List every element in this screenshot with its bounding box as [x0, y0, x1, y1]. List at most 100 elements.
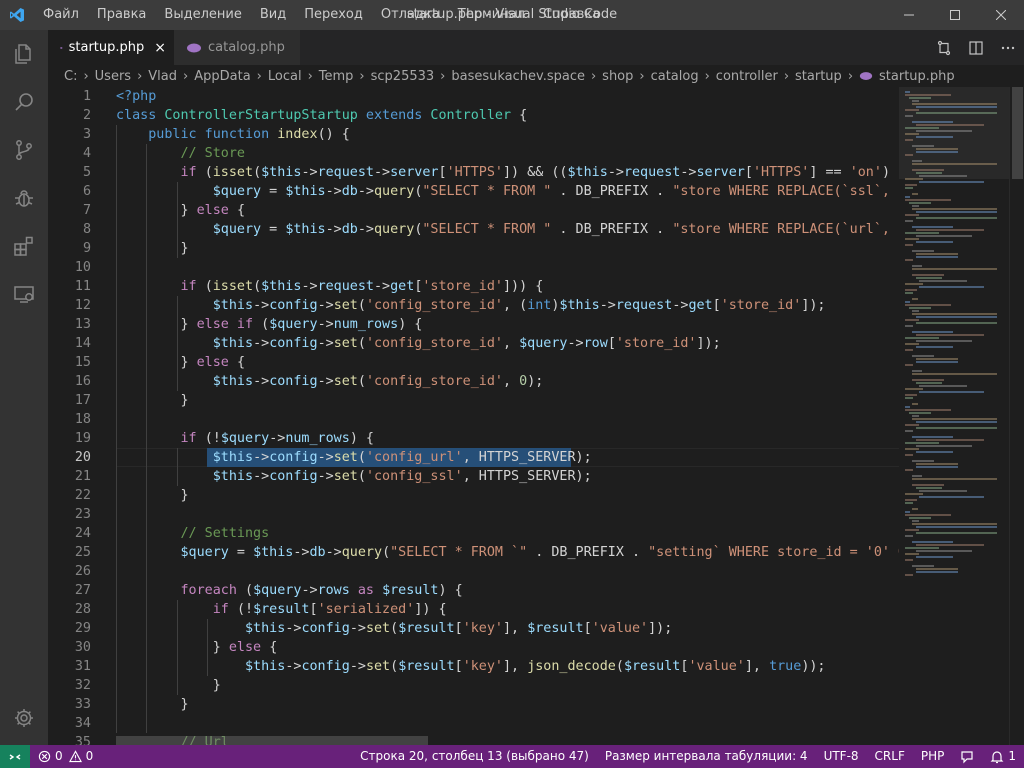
tab-catalog-php[interactable]: catalog.php — [174, 30, 300, 65]
minimap-line — [912, 100, 920, 102]
breadcrumb-separator-icon: › — [83, 68, 89, 84]
split-editor-button[interactable] — [960, 30, 992, 65]
search-button[interactable] — [0, 78, 48, 126]
code-token: $query — [180, 545, 229, 560]
menu-go[interactable]: Переход — [295, 0, 372, 30]
minimap-line — [915, 532, 997, 534]
breadcrumb-item[interactable]: Local — [268, 69, 302, 84]
code-token: { — [236, 355, 245, 370]
menu-edit[interactable]: Правка — [88, 0, 155, 30]
tab-close-icon[interactable]: × — [154, 40, 166, 56]
code-token: $this — [559, 298, 600, 313]
breadcrumb-separator-icon: › — [639, 68, 645, 84]
menu-view[interactable]: Вид — [251, 0, 295, 30]
menu-help[interactable]: Справка — [534, 0, 609, 30]
line-number: 15 — [74, 355, 91, 370]
code-token: set — [365, 621, 391, 636]
breadcrumb-item[interactable]: AppData — [194, 69, 250, 84]
code-area[interactable]: <?php class ControllerStartupStartup exte… — [116, 87, 899, 745]
code-token: ]) && (( — [503, 165, 568, 180]
minimap-line — [915, 346, 953, 348]
minimap-line — [905, 292, 914, 294]
code-token: -> — [357, 222, 374, 237]
manage-button[interactable] — [0, 694, 48, 742]
breadcrumb-item[interactable]: C: — [64, 69, 77, 84]
code-editor[interactable]: 1 2 3 4 5 6 7 8 9 10 11 12 13 14 15 16 17 18 19 20 21 22 23 24 2… — [48, 87, 899, 745]
code-line: } — [116, 486, 188, 505]
minimap-line — [915, 277, 942, 279]
breadcrumb-item[interactable]: startup — [795, 69, 842, 84]
line-number: 30 — [74, 640, 91, 655]
minimap-line — [905, 289, 917, 291]
cursor-position[interactable]: Строка 20, столбец 13 (выбрано 47) — [352, 745, 597, 768]
minimap-line — [908, 517, 932, 519]
code-token: -> — [374, 279, 391, 294]
menu-debug[interactable]: Отладка — [372, 0, 449, 30]
breadcrumb-item[interactable]: controller — [716, 69, 778, 84]
code-line: $query = $this->db->query("SELECT * FROM… — [116, 543, 900, 562]
debug-button[interactable] — [0, 174, 48, 222]
more-actions-button[interactable] — [992, 30, 1024, 65]
end-of-line[interactable]: CRLF — [867, 745, 913, 768]
menu-terminal[interactable]: Терминал — [449, 0, 534, 30]
extensions-button[interactable] — [0, 222, 48, 270]
line-number: 31 — [74, 659, 91, 674]
minimap-line — [905, 319, 920, 321]
code-token: ControllerStartupStartup — [164, 108, 366, 123]
code-token: request — [615, 298, 673, 313]
code-token: ( — [357, 469, 366, 484]
open-changes-button[interactable] — [928, 30, 960, 65]
minimap-line — [905, 301, 910, 303]
minimap-line — [912, 208, 997, 210]
code-token: [ — [309, 602, 318, 617]
minimap[interactable] — [899, 87, 1009, 745]
close-window-button[interactable] — [978, 0, 1024, 30]
minimap-line — [908, 202, 932, 204]
minimize-button[interactable] — [886, 0, 932, 30]
code-line: if (isset($this->request->get['store_id'… — [116, 277, 544, 296]
remote-explorer-button[interactable] — [0, 270, 48, 318]
code-token: [ — [607, 336, 616, 351]
minimap-line — [905, 244, 914, 246]
breadcrumb-item[interactable]: startup.php — [879, 69, 955, 84]
line-number: 35 — [74, 735, 91, 745]
horizontal-scrollbar-thumb[interactable] — [116, 736, 428, 745]
minimap-line — [912, 523, 997, 525]
menu-file[interactable]: Файл — [34, 0, 88, 30]
minimap-line — [915, 421, 997, 423]
minimap-line — [915, 256, 959, 258]
code-token: ( — [357, 298, 366, 313]
explorer-button[interactable] — [0, 30, 48, 78]
breadcrumb-item[interactable]: Vlad — [148, 69, 177, 84]
language-mode[interactable]: PHP — [913, 745, 953, 768]
remote-indicator[interactable] — [0, 745, 30, 768]
source-control-button[interactable] — [0, 126, 48, 174]
minimap-line — [915, 568, 959, 570]
encoding[interactable]: UTF-8 — [816, 745, 867, 768]
code-token: { — [269, 640, 278, 655]
breadcrumb-item[interactable]: Temp — [319, 69, 354, 84]
menu-selection[interactable]: Выделение — [155, 0, 250, 30]
minimap-line — [912, 370, 923, 372]
activity-bar — [0, 30, 48, 745]
minimap-line — [915, 340, 973, 342]
code-token: (! — [204, 431, 221, 446]
feedback-button[interactable] — [952, 750, 982, 764]
breadcrumb-item[interactable]: catalog — [651, 69, 699, 84]
indentation[interactable]: Размер интервала табуляции: 4 — [597, 745, 816, 768]
breadcrumb-item[interactable]: shop — [602, 69, 633, 84]
breadcrumb-item[interactable]: scp25533 — [371, 69, 435, 84]
problems-indicator[interactable]: 0 0 — [30, 745, 101, 768]
tab-startup-php[interactable]: startup.php × — [48, 30, 174, 65]
breadcrumb-item[interactable]: Users — [95, 69, 131, 84]
notifications-button[interactable]: 1 — [982, 745, 1024, 768]
vertical-scrollbar[interactable] — [1009, 87, 1024, 745]
maximize-button[interactable] — [932, 0, 978, 30]
breadcrumb-item[interactable]: basesukachev.space — [451, 69, 585, 84]
vertical-scrollbar-thumb[interactable] — [1012, 87, 1023, 179]
code-token: "setting` WHERE store_id = '0' OR st — [648, 545, 899, 560]
minimap-line — [915, 463, 959, 465]
